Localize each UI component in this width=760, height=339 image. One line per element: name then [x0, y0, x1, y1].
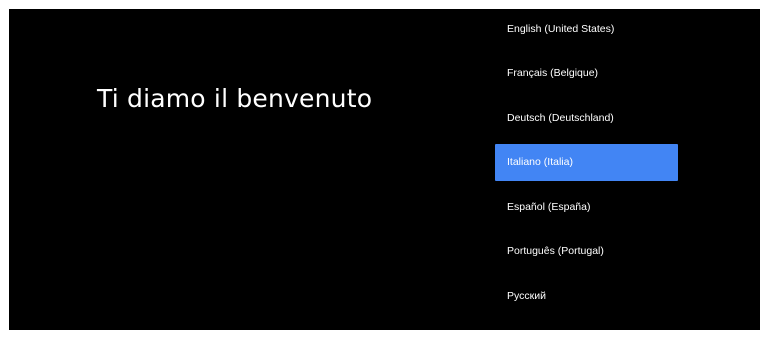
language-option-spanish-spain[interactable]: Español (España): [495, 188, 678, 225]
language-option-portuguese-portugal[interactable]: Português (Portugal): [495, 233, 678, 270]
language-option-italian-italy[interactable]: Italiano (Italia): [495, 143, 678, 181]
language-option-english-us[interactable]: English (United States): [495, 10, 678, 47]
language-list: English (United States) Français (Belgiq…: [495, 10, 678, 322]
welcome-title: Ti diamo il benvenuto: [97, 84, 373, 113]
language-option-label: Português (Portugal): [507, 245, 604, 257]
language-option-label: Español (España): [507, 200, 591, 213]
language-option-label: Français (Belgique): [507, 67, 599, 79]
language-option-label: English (United States): [507, 22, 615, 35]
language-option-label: Русский: [507, 289, 546, 302]
language-option-label: Deutsch (Deutschland): [507, 111, 614, 124]
language-option-french-belgium[interactable]: Français (Belgique): [495, 55, 678, 92]
language-option-label: Italiano (Italia): [507, 156, 573, 168]
welcome-screen: Ti diamo il benvenuto English (United St…: [9, 9, 760, 330]
language-option-russian[interactable]: Русский: [495, 277, 678, 314]
language-option-german-germany[interactable]: Deutsch (Deutschland): [495, 99, 678, 136]
